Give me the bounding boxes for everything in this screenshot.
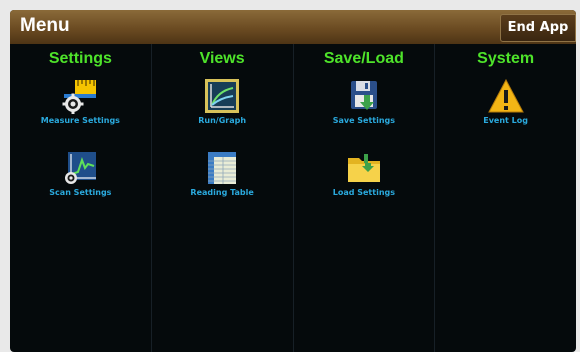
load-settings-button[interactable]: Load Settings <box>294 150 435 197</box>
run-graph-label: Run/Graph <box>198 116 247 125</box>
measure-settings-label: Measure Settings <box>40 116 120 125</box>
scan-settings-button[interactable]: Scan Settings <box>10 150 151 197</box>
scan-settings-icon <box>65 152 97 184</box>
folder-icon <box>347 154 380 182</box>
save-icon <box>350 81 377 110</box>
end-app-button[interactable]: End App <box>500 14 576 42</box>
settings-column: Settings Measure Settings Scan Settings <box>10 44 152 352</box>
measure-settings-icon <box>62 80 97 114</box>
screen: Menu End App Settings Measure Settings S… <box>10 10 576 352</box>
menu-columns: Settings Measure Settings Scan Settings … <box>10 44 576 352</box>
settings-header: Settings <box>48 50 112 67</box>
save-settings-button[interactable]: Save Settings <box>294 78 435 125</box>
views-column: Views Run/Graph Reading Table <box>152 44 294 352</box>
system-column: System Event Log <box>435 44 576 352</box>
scan-settings-label: Scan Settings <box>49 188 112 197</box>
graph-icon <box>205 79 240 113</box>
warning-icon <box>487 78 524 113</box>
measure-settings-button[interactable]: Measure Settings <box>10 78 151 125</box>
table-icon <box>208 152 237 184</box>
run-graph-button[interactable]: Run/Graph <box>152 78 293 125</box>
title-bar: Menu End App <box>10 10 576 44</box>
system-header: System <box>477 50 535 67</box>
event-log-button[interactable]: Event Log <box>435 78 576 125</box>
save-settings-label: Save Settings <box>332 116 396 125</box>
menu-title: Menu <box>20 15 70 36</box>
views-header: Views <box>199 50 245 67</box>
save-load-header: Save/Load <box>323 50 404 67</box>
load-settings-label: Load Settings <box>332 188 395 197</box>
reading-table-button[interactable]: Reading Table <box>152 150 293 197</box>
save-load-column: Save/Load Save Settings Load Settings <box>294 44 436 352</box>
reading-table-label: Reading Table <box>190 188 254 197</box>
event-log-label: Event Log <box>483 116 528 125</box>
